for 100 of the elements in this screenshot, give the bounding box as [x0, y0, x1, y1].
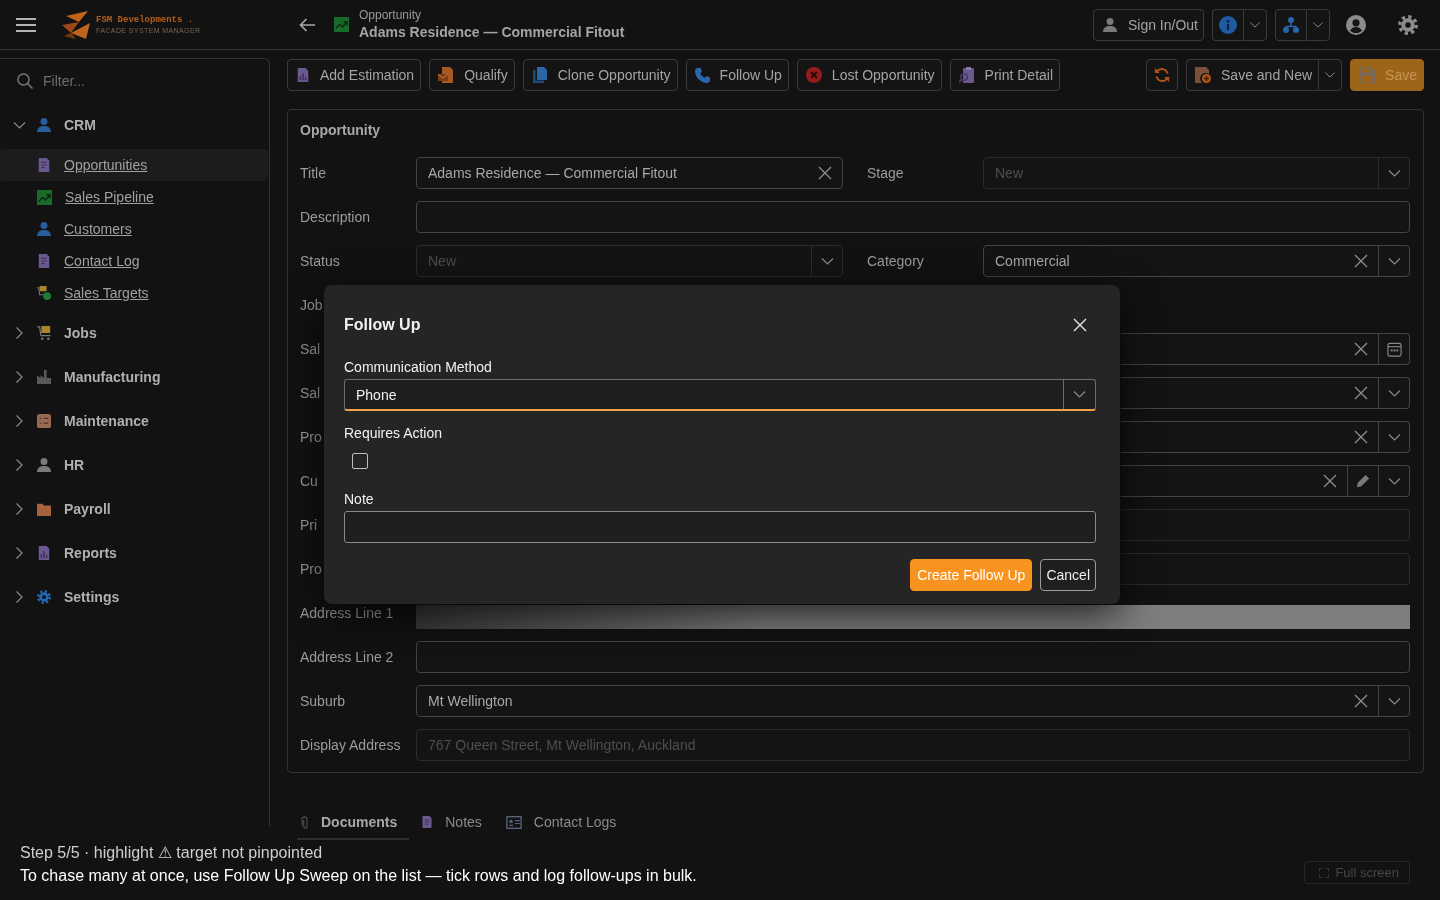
- floppy-icon: [1359, 67, 1376, 83]
- field-label: Status: [300, 253, 340, 269]
- cancel-circle-icon: [805, 67, 822, 83]
- text-field[interactable]: [416, 201, 1410, 233]
- cart-icon: [37, 326, 51, 340]
- clear-icon[interactable]: [818, 166, 832, 180]
- checklist-icon: [37, 414, 51, 428]
- copy-icon: [531, 67, 548, 83]
- refresh-icon: [1154, 67, 1170, 83]
- nav-group[interactable]: Manufacturing: [0, 355, 269, 399]
- text-field[interactable]: [416, 641, 1410, 673]
- chevron-down-icon[interactable]: [1387, 697, 1401, 705]
- dialog-title: Follow Up: [344, 316, 421, 334]
- account-button[interactable]: [1346, 14, 1366, 35]
- field-label: Requires Action: [344, 424, 443, 443]
- close-button[interactable]: [1073, 318, 1087, 332]
- clear-icon[interactable]: [1354, 386, 1368, 400]
- chevron-down-icon[interactable]: [1387, 257, 1401, 265]
- lost-opportunity-button[interactable]: Lost Opportunity: [796, 59, 942, 91]
- field-label: Pro: [300, 429, 322, 445]
- field-label: Category: [867, 253, 924, 269]
- nav-link[interactable]: Contact Log: [0, 245, 268, 277]
- nav-link[interactable]: Opportunities: [0, 149, 268, 181]
- nav-group[interactable]: HR: [0, 443, 269, 487]
- org-chart-button[interactable]: [1275, 8, 1306, 41]
- nav-link[interactable]: Sales Targets: [0, 277, 268, 309]
- sign-in-out-button[interactable]: Sign In/Out: [1092, 8, 1204, 41]
- chevron-down-icon[interactable]: [1387, 433, 1401, 441]
- chevron-down-icon[interactable]: [1073, 391, 1086, 398]
- tutorial-message: To chase many at once, use Follow Up Sweep on the list — tick rows and log follow-ups in bulk.: [20, 866, 697, 886]
- follow-up-button[interactable]: Follow Up: [685, 59, 789, 91]
- text-field[interactable]: Adams Residence — Commercial Fitout: [416, 157, 843, 189]
- clear-icon[interactable]: [1354, 254, 1368, 268]
- cancel-button[interactable]: Cancel: [1040, 559, 1096, 591]
- dropdown-field[interactable]: Mt Wellington: [416, 685, 1410, 717]
- field-label: Job: [300, 297, 323, 313]
- folder-icon: [37, 502, 51, 516]
- print-detail-button[interactable]: Print Detail: [949, 59, 1061, 91]
- dropdown-field[interactable]: [1121, 421, 1410, 453]
- refresh-button[interactable]: [1146, 59, 1178, 91]
- nav-group[interactable]: Jobs: [0, 311, 269, 355]
- person-icon: [1102, 17, 1117, 32]
- contact-card-icon: [505, 815, 522, 829]
- nav-group[interactable]: Maintenance: [0, 399, 269, 443]
- field-label: Suburb: [300, 693, 346, 709]
- document-envelope-icon: [438, 67, 455, 83]
- field-label: Title: [300, 165, 326, 181]
- checkbox[interactable]: [352, 453, 368, 469]
- nav-group[interactable]: Settings: [0, 575, 269, 619]
- save-and-new-button[interactable]: Save and New: [1186, 59, 1319, 91]
- document-icon: [37, 158, 51, 172]
- field-label: Pro: [300, 561, 322, 577]
- calendar-icon[interactable]: [1386, 341, 1402, 357]
- field-label: Communication Method: [344, 358, 492, 377]
- expand-icon: [1319, 867, 1330, 878]
- settings-icon: [37, 590, 51, 604]
- page-title: Adams Residence — Commercial Fitout: [359, 23, 625, 41]
- dropdown-field[interactable]: Phone: [344, 379, 1096, 411]
- nav-group[interactable]: CRM: [0, 103, 269, 147]
- chevron-down-icon: [1325, 72, 1336, 78]
- lookup-field[interactable]: [1121, 465, 1410, 497]
- add-estimation-button[interactable]: Add Estimation: [287, 59, 422, 91]
- text-field[interactable]: [416, 605, 1410, 629]
- dropdown-field[interactable]: Commercial: [983, 245, 1410, 277]
- note-field[interactable]: [344, 511, 1096, 543]
- dropdown-field[interactable]: [1121, 377, 1410, 409]
- clear-icon[interactable]: [1354, 694, 1368, 708]
- menu-button[interactable]: [16, 17, 36, 32]
- qualify-button[interactable]: Qualify: [429, 59, 515, 91]
- tab[interactable]: Notes: [409, 806, 494, 840]
- tutorial-step: Step 5/5 · highlight ⚠ target not pinpointed: [20, 841, 323, 864]
- chevron-down-icon[interactable]: [1387, 477, 1401, 485]
- clipboard-search-icon: [958, 67, 975, 83]
- person-icon: [37, 222, 51, 236]
- pencil-icon[interactable]: [1356, 474, 1370, 488]
- tab[interactable]: Contact Logs: [493, 806, 629, 840]
- person-icon: [37, 458, 51, 472]
- user-circle-icon: [1346, 14, 1366, 35]
- cart-coin-icon: [37, 286, 51, 300]
- clear-icon[interactable]: [1323, 474, 1337, 488]
- dropdown-field: New: [416, 245, 843, 277]
- info-button[interactable]: [1212, 8, 1243, 41]
- filter-field[interactable]: Filter...: [43, 73, 243, 89]
- back-button[interactable]: [298, 16, 316, 33]
- clear-icon[interactable]: [1354, 430, 1368, 444]
- tab[interactable]: Documents: [297, 806, 410, 840]
- nav-group[interactable]: Reports: [0, 531, 269, 575]
- settings-button[interactable]: [1398, 14, 1418, 35]
- nav-group[interactable]: Payroll: [0, 487, 269, 531]
- nav-link[interactable]: Customers: [0, 213, 268, 245]
- field-label: Note: [344, 490, 374, 509]
- nav-link[interactable]: Sales Pipeline: [0, 181, 268, 213]
- dropdown-field: New: [983, 157, 1410, 189]
- field-label: Address Line 1: [300, 605, 394, 621]
- clear-icon[interactable]: [1354, 342, 1368, 356]
- person-icon: [37, 118, 51, 132]
- date-field[interactable]: [1121, 333, 1410, 365]
- chevron-down-icon[interactable]: [1387, 389, 1401, 397]
- clone-opportunity-button[interactable]: Clone Opportunity: [522, 59, 678, 91]
- back-arrow-icon: [298, 16, 316, 33]
